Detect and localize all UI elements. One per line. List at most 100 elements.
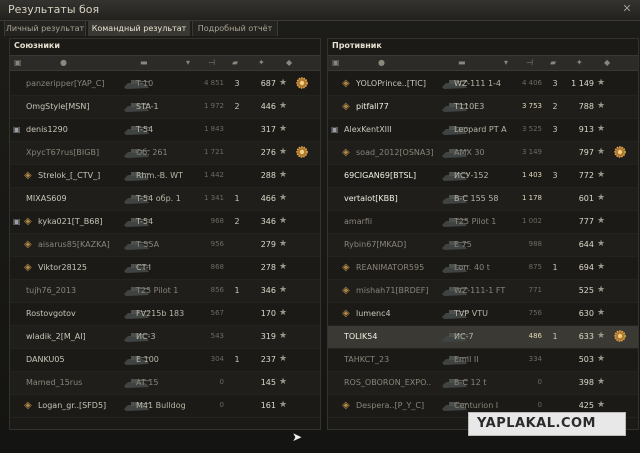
squad-icon[interactable]: ▣ [14, 58, 22, 67]
player-icon[interactable]: ● [378, 58, 385, 67]
player-row[interactable]: TOLIK54 ИС-7 486 1 633 ★ [328, 326, 638, 349]
player-name[interactable]: 69CIGAN69[BTSL] [344, 171, 416, 180]
tab-personal-result[interactable]: Личный результат [4, 20, 86, 36]
player-name[interactable]: Strelok_[_CTV_] [38, 171, 100, 180]
player-row[interactable]: ▣ AlexKentXIII Leopard PT A 3 525 3 913 ★ [328, 119, 638, 142]
title-bar: Результаты боя ✕ [0, 0, 640, 21]
player-name[interactable]: vertalot[KBB] [344, 194, 398, 203]
kills-icon[interactable]: ▰ [232, 58, 238, 67]
player-row[interactable]: wladik_2[M_AI] ИС-3 543 319 ★ [10, 326, 320, 349]
player-row[interactable]: ◈ lumenc4 TVP VTU 756 630 ★ [328, 303, 638, 326]
damage-icon[interactable]: ⊣ [526, 58, 533, 67]
player-row[interactable]: ◈ YOLOPrince..[TIC] WZ-111 1-4 4 406 3 1 149 ★ [328, 73, 638, 96]
player-name[interactable]: Viktor28125 [38, 263, 87, 272]
player-name[interactable]: YOLOPrince..[TIC] [356, 79, 426, 88]
xp-icon[interactable]: ✦ [258, 58, 265, 67]
achievement-medal-icon[interactable] [295, 145, 309, 159]
player-name[interactable]: soad_2012[OSNA3] [356, 148, 434, 157]
player-row[interactable]: ROS_OBORON_EXPO.. B-C 12 t 0 398 ★ [328, 372, 638, 395]
player-row[interactable]: OmgStyle[MSN] STA-1 1 972 2 446 ★ [10, 96, 320, 119]
player-row[interactable]: ▣ denis1290 T-54 1 843 317 ★ [10, 119, 320, 142]
xp-icon[interactable]: ✦ [576, 58, 583, 67]
tank-name: E 75 [454, 240, 472, 249]
xp-value: 319 [260, 332, 276, 341]
player-row[interactable]: TAHKCT_23 Emil II 334 503 ★ [328, 349, 638, 372]
player-row[interactable]: tujh76_2013 T25 Pilot 1 856 1 346 ★ [10, 280, 320, 303]
player-icon[interactable]: ● [60, 58, 67, 67]
player-name[interactable]: Despera..[P_Y_C] [356, 401, 424, 410]
damage-value: 4 851 [203, 79, 224, 87]
close-icon[interactable]: ✕ [620, 2, 634, 16]
damage-value: 4 406 [521, 79, 542, 87]
player-name[interactable]: MIXAS609 [26, 194, 67, 203]
tab-team-result[interactable]: Командный результат [88, 20, 190, 36]
player-row[interactable]: amarfii T25 Pilot 1 1 002 777 ★ [328, 211, 638, 234]
player-row[interactable]: ◈ REANIMATOR595 Lorr. 40 t 875 1 694 ★ [328, 257, 638, 280]
player-name[interactable]: AlexKentXIII [344, 125, 392, 134]
player-name[interactable]: REANIMATOR595 [356, 263, 424, 272]
player-row[interactable]: ◈ soad_2012[OSNA3] AMX 30 3 149 797 ★ [328, 142, 638, 165]
tab-detailed-report[interactable]: Подробный отчёт [192, 20, 278, 36]
player-name[interactable]: lumenc4 [356, 309, 391, 318]
xp-value: 398 [578, 378, 594, 387]
player-row[interactable]: ◈ pitfall77 T110E3 3 753 2 788 ★ [328, 96, 638, 119]
player-row[interactable]: ◈ mishah71[BRDEF] WZ-111-1 FT 771 525 ★ [328, 280, 638, 303]
player-name[interactable]: pitfall77 [356, 102, 389, 111]
player-name[interactable]: wladik_2[M_AI] [26, 332, 86, 341]
player-name[interactable]: aisarus85[KAZKA] [38, 240, 110, 249]
player-row[interactable]: MIXAS609 T-54 обр. 1 1 341 1 466 ★ [10, 188, 320, 211]
player-name[interactable]: TAHKCT_23 [344, 355, 389, 364]
sort-chevron-down-icon[interactable]: ▾ [504, 58, 508, 67]
player-name[interactable]: ROS_OBORON_EXPO.. [344, 378, 431, 387]
damage-value: 304 [210, 355, 224, 363]
kills-icon[interactable]: ▰ [550, 58, 556, 67]
kills-value: 3 [552, 171, 558, 180]
xp-star-icon: ★ [597, 377, 606, 387]
damage-icon[interactable]: ⊣ [208, 58, 215, 67]
player-row[interactable]: ◈ Strelok_[_CTV_] Rhm.-B. WT 1 442 288 ★ [10, 165, 320, 188]
medal-icon[interactable]: ◆ [604, 58, 610, 67]
player-name[interactable]: OmgStyle[MSN] [26, 102, 89, 111]
achievement-medal-icon[interactable] [295, 76, 309, 90]
player-row[interactable]: DANKU05 E 100 304 1 237 ★ [10, 349, 320, 372]
player-name[interactable]: mishah71[BRDEF] [356, 286, 429, 295]
player-row[interactable]: Rybin67[MKAD] E 75 988 644 ★ [328, 234, 638, 257]
tank-name: Об. 261 [136, 148, 168, 157]
player-name[interactable]: Logan_gr..[SFD5] [38, 401, 106, 410]
player-row[interactable]: ◈ Viktor28125 CT-I 868 278 ★ [10, 257, 320, 280]
player-name[interactable]: panzeripper[YAP_C] [26, 79, 104, 88]
tank-icon[interactable]: ▬ [140, 58, 148, 67]
player-name[interactable]: denis1290 [26, 125, 68, 134]
player-name[interactable]: TOLIK54 [344, 332, 377, 341]
player-name[interactable]: amarfii [344, 217, 372, 226]
sort-chevron-down-icon[interactable]: ▾ [186, 58, 190, 67]
player-name[interactable]: DANKU05 [26, 355, 65, 364]
player-name[interactable]: Rybin67[MKAD] [344, 240, 406, 249]
player-name[interactable]: Mamed_15rus [26, 378, 82, 387]
tank-name: Rhm.-B. WT [136, 171, 183, 180]
medal-icon[interactable]: ◆ [286, 58, 292, 67]
squad-icon[interactable]: ▣ [332, 58, 340, 67]
player-row[interactable]: ▣ ◈ kyka021[T_B68] T-54 968 2 346 ★ [10, 211, 320, 234]
player-name[interactable]: tujh76_2013 [26, 286, 76, 295]
player-name[interactable]: XpycT67rus[BIGB] [26, 148, 99, 157]
player-row[interactable]: ◈ aisarus85[KAZKA] T 55A 956 279 ★ [10, 234, 320, 257]
damage-value: 1 721 [203, 148, 224, 156]
xp-value: 777 [578, 217, 594, 226]
player-row[interactable]: Rostovgotov FV215b 183 567 170 ★ [10, 303, 320, 326]
tank-name: ИСУ-152 [454, 171, 489, 180]
achievement-medal-icon[interactable] [613, 329, 627, 343]
player-row[interactable]: vertalot[KBB] B-C 155 58 1 178 601 ★ [328, 188, 638, 211]
player-name[interactable]: kyka021[T_B68] [38, 217, 103, 226]
player-name[interactable]: Rostovgotov [26, 309, 76, 318]
xp-star-icon: ★ [279, 285, 288, 295]
tank-icon[interactable]: ▬ [458, 58, 466, 67]
achievement-medal-icon[interactable] [613, 145, 627, 159]
player-row[interactable]: Mamed_15rus AT 15 0 145 ★ [10, 372, 320, 395]
xp-value: 237 [260, 355, 276, 364]
player-row[interactable]: 69CIGAN69[BTSL] ИСУ-152 1 403 3 772 ★ [328, 165, 638, 188]
player-row[interactable]: ◈ Logan_gr..[SFD5] M41 Bulldog 0 161 ★ [10, 395, 320, 418]
player-row[interactable]: panzeripper[YAP_C] T-10 4 851 3 687 ★ [10, 73, 320, 96]
player-row[interactable]: XpycT67rus[BIGB] Об. 261 1 721 276 ★ [10, 142, 320, 165]
xp-star-icon: ★ [279, 170, 288, 180]
